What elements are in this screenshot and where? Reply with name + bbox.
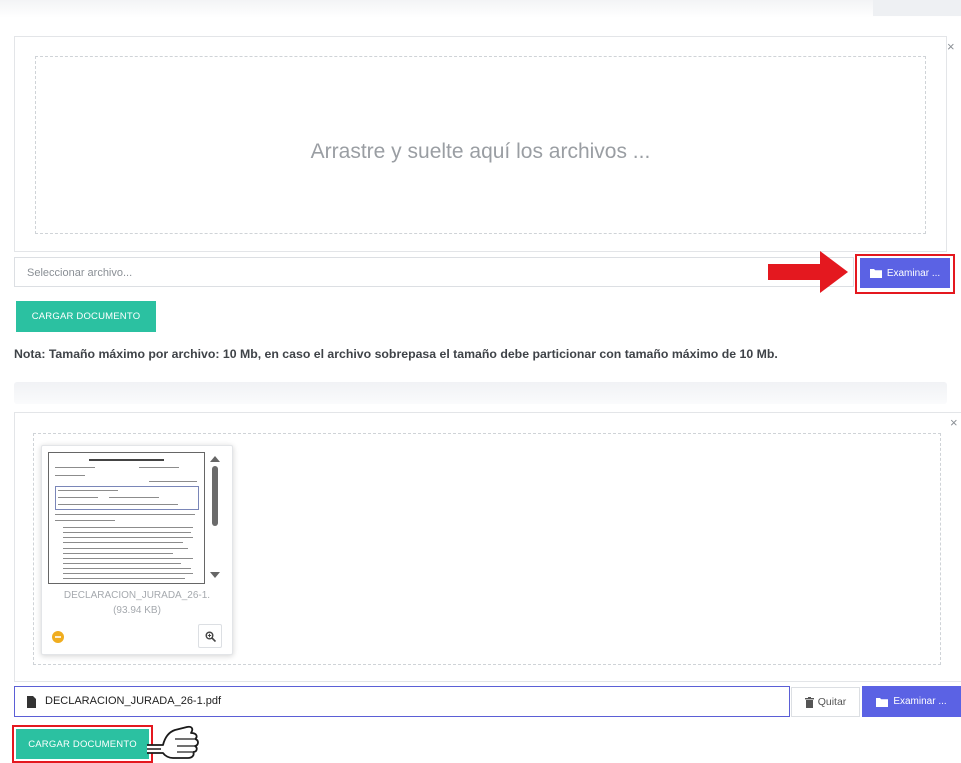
- upload-document-button-2[interactable]: CARGAR DOCUMENTO: [16, 729, 149, 759]
- close-icon-2[interactable]: ×: [950, 416, 958, 429]
- document-preview: [48, 452, 205, 584]
- file-input-placeholder: Seleccionar archivo...: [27, 267, 133, 279]
- selected-file-name: DECLARACION_JURADA_26-1.pdf: [45, 695, 222, 707]
- browse-button-label: Examinar ...: [886, 267, 941, 279]
- browse-button-2-label: Examinar ...: [893, 696, 947, 707]
- drop-zone-caption: Arrastre y suelte aquí los archivos ...: [310, 140, 651, 163]
- upload-panel-a: Arrastre y suelte aquí los archivos ...: [14, 36, 947, 252]
- zoom-button[interactable]: [198, 624, 222, 648]
- selected-file-input[interactable]: DECLARACION_JURADA_26-1.pdf: [14, 686, 790, 717]
- close-icon[interactable]: ×: [947, 40, 955, 53]
- remove-button[interactable]: Quitar: [791, 687, 860, 717]
- drop-zone[interactable]: Arrastre y suelte aquí los archivos ...: [35, 56, 926, 234]
- panel-header-shade: [14, 382, 947, 404]
- file-icon: [27, 696, 36, 708]
- pointing-hand-icon: [147, 725, 199, 759]
- scroll-thumb[interactable]: [212, 466, 218, 526]
- size-note: Nota: Tamaño máximo por archivo: 10 Mb, …: [14, 347, 778, 361]
- upload-document-button[interactable]: CARGAR DOCUMENTO: [16, 301, 156, 332]
- remove-button-label: Quitar: [817, 696, 847, 708]
- top-shade: [0, 0, 961, 18]
- folder-icon: [869, 269, 882, 278]
- arrow-right-icon: [768, 251, 848, 293]
- thumbnail-file-name: DECLARACION_JURADA_26-1.: [63, 590, 211, 601]
- browse-button[interactable]: Examinar ...: [860, 258, 950, 288]
- file-thumbnail-card: DECLARACION_JURADA_26-1. (93.94 KB): [41, 445, 233, 655]
- corner-tab: [873, 0, 961, 16]
- scroll-up-icon[interactable]: [208, 454, 222, 464]
- upload-status-icon: [52, 631, 64, 643]
- browse-button-2[interactable]: Examinar ...: [862, 686, 961, 717]
- upload-document-label: CARGAR DOCUMENTO: [31, 311, 141, 322]
- preview-scrollbar[interactable]: [208, 452, 222, 582]
- trash-icon: [804, 696, 814, 708]
- upload-document-2-label: CARGAR DOCUMENTO: [28, 738, 137, 750]
- zoom-icon: [205, 631, 216, 642]
- scroll-down-icon[interactable]: [208, 570, 222, 580]
- folder-icon-2: [876, 697, 889, 707]
- thumbnail-file-size: (93.94 KB): [113, 605, 161, 616]
- file-name-input[interactable]: Seleccionar archivo...: [14, 257, 854, 287]
